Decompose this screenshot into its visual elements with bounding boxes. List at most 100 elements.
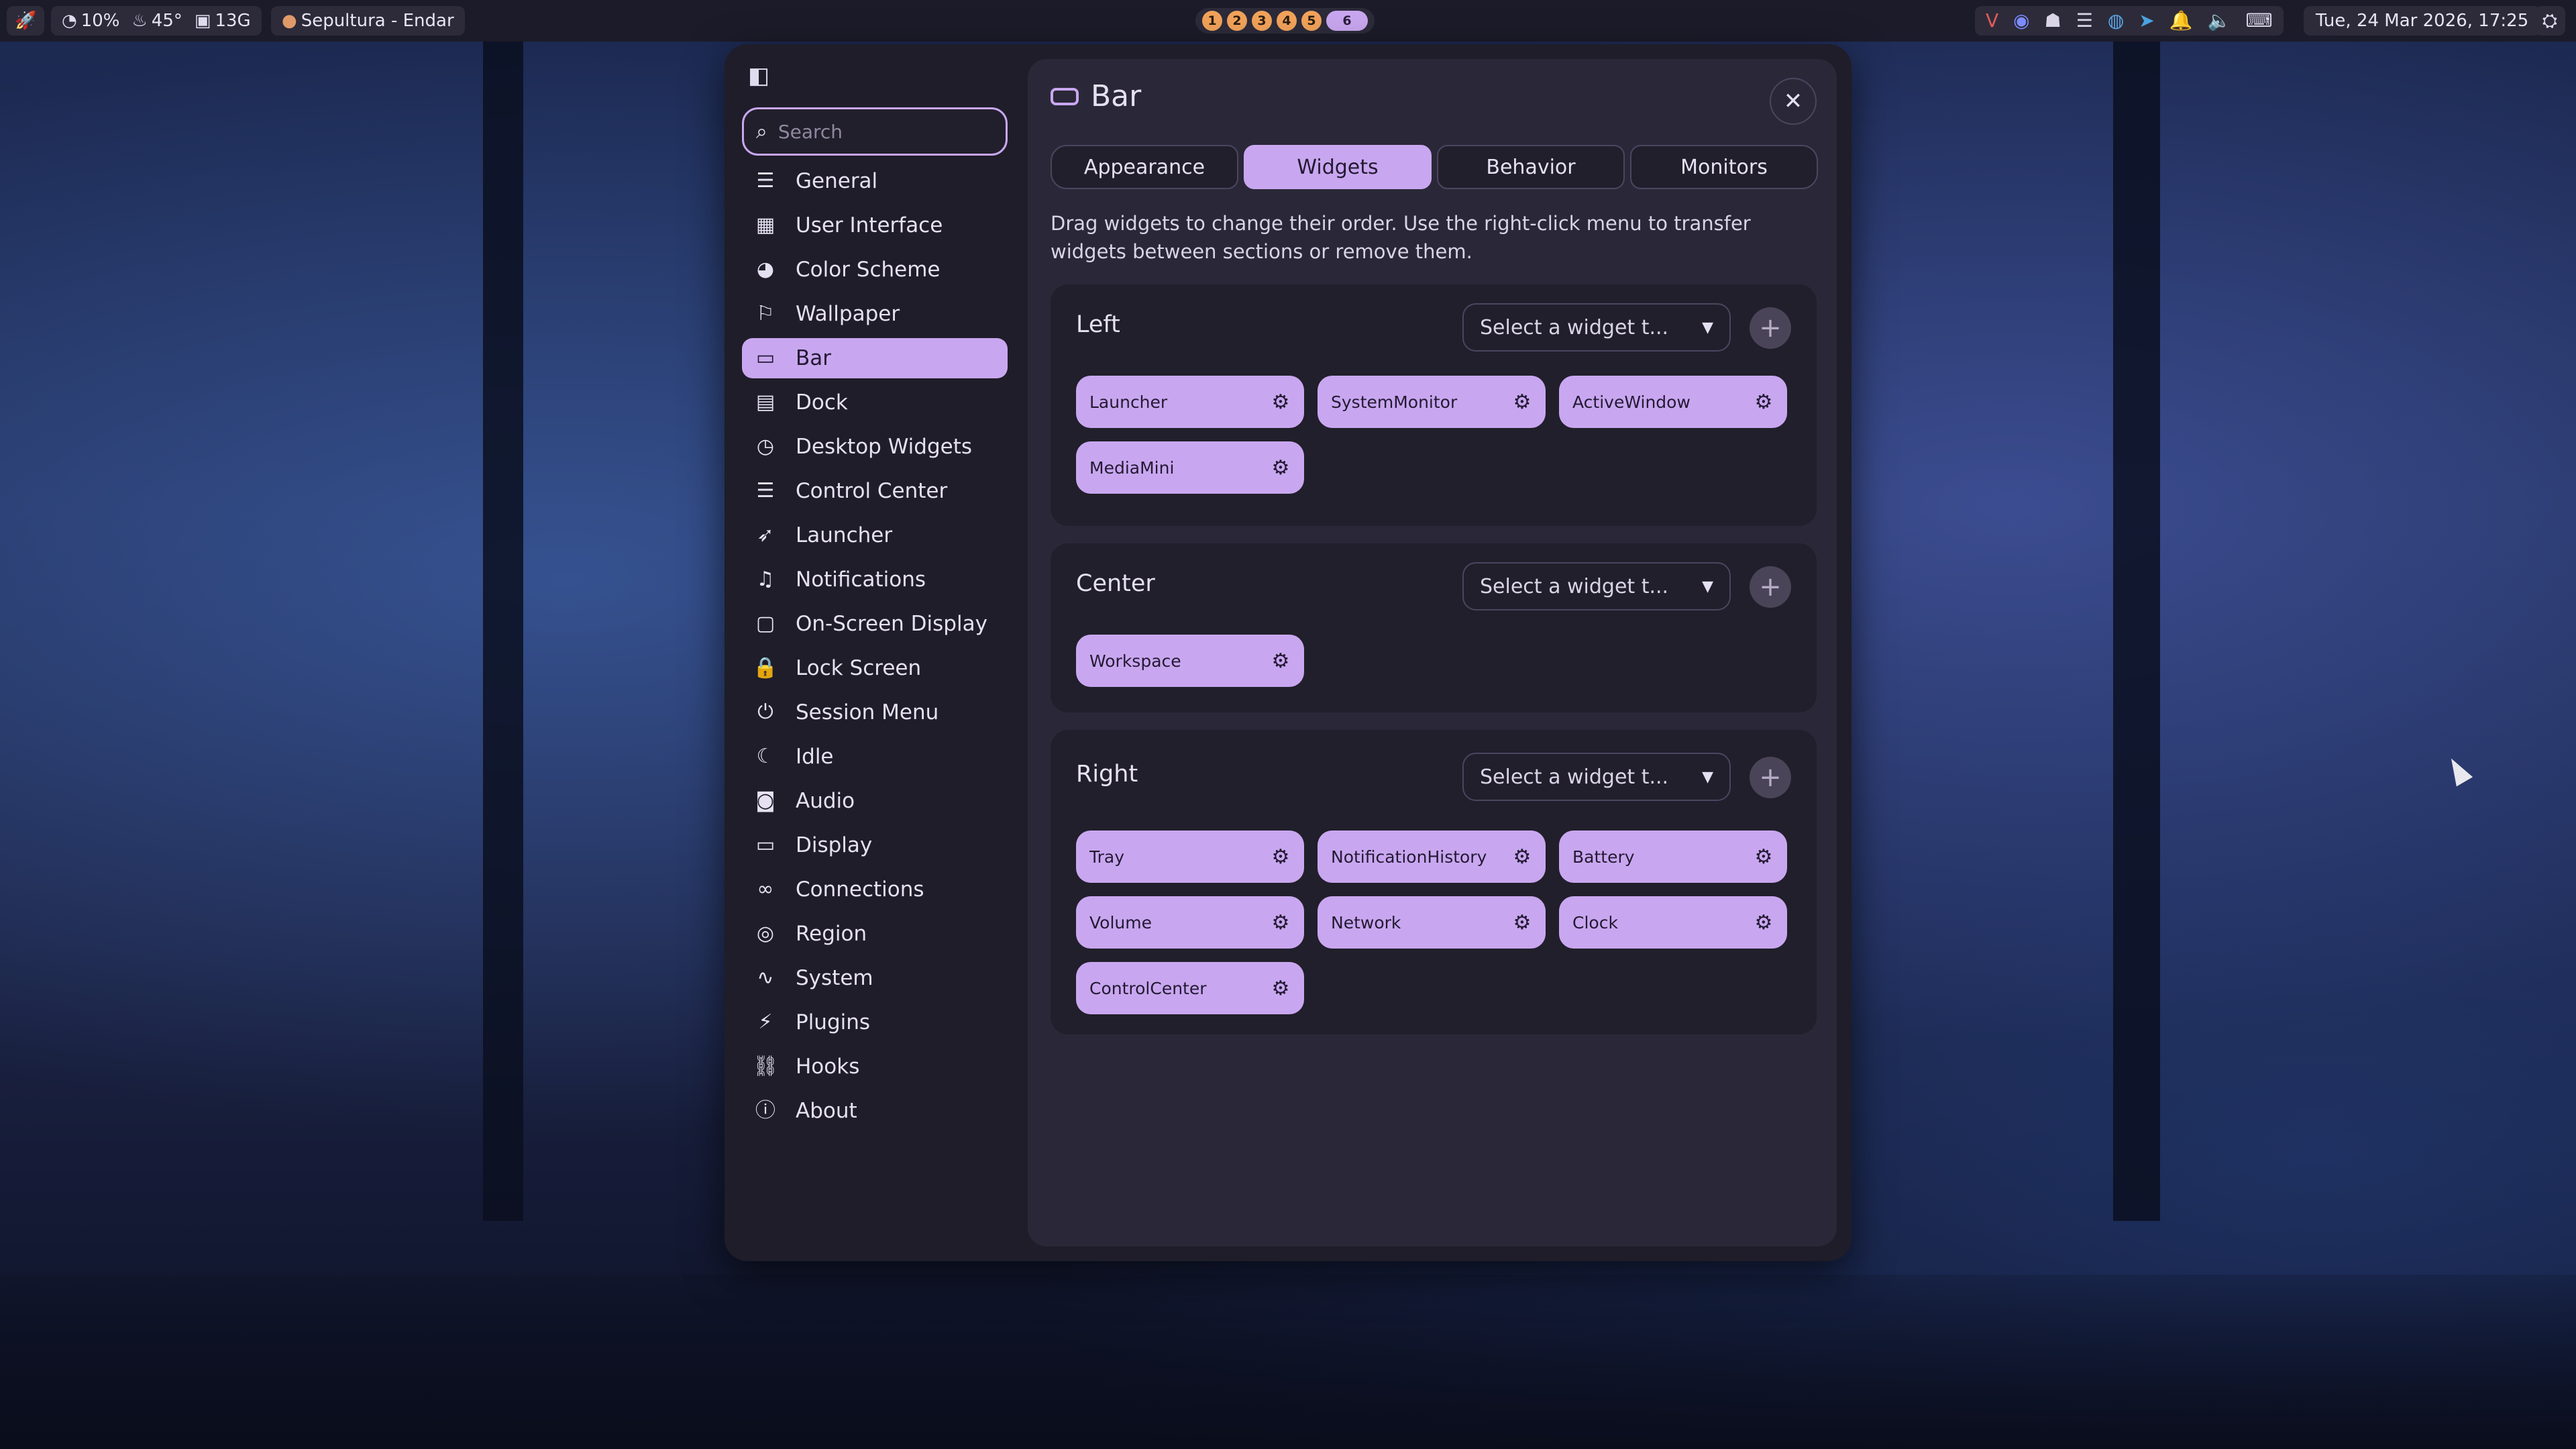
tab-appearance[interactable]: Appearance (1051, 145, 1238, 189)
sidebar-item-notifications[interactable]: ♫ Notifications (742, 559, 1008, 600)
chain-icon: ⛓ (753, 1055, 779, 1078)
tab-monitors[interactable]: Monitors (1630, 145, 1818, 189)
tab-behavior[interactable]: Behavior (1437, 145, 1625, 189)
search-field[interactable]: ⌕ (742, 107, 1008, 156)
sidebar-item-system[interactable]: ∿ System (742, 958, 1008, 998)
sidebar-item-idle[interactable]: ☾ Idle (742, 737, 1008, 777)
sidebar-item-launcher[interactable]: ➶ Launcher (742, 515, 1008, 555)
widget-chip-battery[interactable]: Battery ⚙ (1559, 830, 1787, 883)
sidebar-item-desktop-widgets[interactable]: ◷ Desktop Widgets (742, 427, 1008, 467)
sidebar-item-label: Plugins (796, 1010, 871, 1034)
activity-icon: ∿ (757, 966, 774, 989)
sidebar-item-about[interactable]: ⓘ About (742, 1091, 1008, 1131)
cpu-temp: ♨ 45° (131, 11, 182, 31)
gear-icon[interactable]: ⚙ (1751, 910, 1776, 935)
bell-icon[interactable]: 🔔 (2169, 11, 2193, 30)
sidebar-item-dock[interactable]: ▤ Dock (742, 382, 1008, 423)
monitor-icon: ▭ (755, 833, 775, 857)
control-center-button[interactable]: ⛭ (2534, 6, 2565, 36)
gear-icon[interactable]: ⚙ (1268, 648, 1293, 674)
sidebar-item-connections[interactable]: ∞ Connections (742, 869, 1008, 910)
widget-chip-mediamini[interactable]: MediaMini ⚙ (1076, 441, 1304, 494)
sidebar-item-on-screen-display[interactable]: ▢ On-Screen Display (742, 604, 1008, 644)
widget-chip-activewindow[interactable]: ActiveWindow ⚙ (1559, 376, 1787, 428)
keyboard-icon[interactable]: ⌨ (2245, 11, 2272, 30)
gear-icon[interactable]: ⚙ (1509, 389, 1535, 415)
system-tray: V ◉ ☗ ☰ ◍ ➤ 🔔 🔈 ⌨ (1975, 6, 2284, 36)
sidebar-item-hooks[interactable]: ⛓ Hooks (742, 1046, 1008, 1087)
background-floor (0, 1275, 2576, 1449)
widget-chip-network[interactable]: Network ⚙ (1318, 896, 1546, 949)
sidebar-item-label: Lock Screen (796, 656, 922, 680)
search-input[interactable] (776, 119, 981, 144)
workspace-5[interactable]: 5 (1301, 11, 1322, 31)
media-mini[interactable]: ● Sepultura - Endar (271, 6, 465, 36)
volume-icon[interactable]: 🔈 (2208, 11, 2231, 30)
widget-chip-systemmonitor[interactable]: SystemMonitor ⚙ (1318, 376, 1546, 428)
gear-icon[interactable]: ⚙ (1751, 389, 1776, 415)
vk-icon[interactable]: V (1986, 11, 1998, 30)
gear-icon[interactable]: ⚙ (1268, 455, 1293, 480)
sidebar-item-color-scheme[interactable]: ◕ Color Scheme (742, 250, 1008, 290)
close-icon: ✕ (1783, 88, 1803, 115)
gear-icon[interactable]: ⚙ (1268, 910, 1293, 935)
sidebar-item-plugins[interactable]: ⚡ Plugins (742, 1002, 1008, 1042)
launcher-button[interactable]: 🚀 (7, 6, 45, 36)
widget-select-right[interactable]: Select a widget t... ▼ (1462, 753, 1731, 801)
sidebar-item-display[interactable]: ▭ Display (742, 825, 1008, 865)
sidebar-item-bar[interactable]: ▭ Bar (742, 338, 1008, 378)
steam-icon[interactable]: ◍ (2108, 11, 2124, 30)
telegram-icon[interactable]: ➤ (2139, 11, 2154, 30)
search-icon: ⌕ (756, 119, 767, 144)
add-widget-button-right[interactable]: + (1750, 757, 1791, 798)
bar-icon: ▭ (755, 346, 775, 370)
gear-icon[interactable]: ⚙ (1509, 844, 1535, 869)
gear-icon[interactable]: ⚙ (1268, 975, 1293, 1001)
widget-chip-workspace[interactable]: Workspace ⚙ (1076, 635, 1304, 687)
workspace-2[interactable]: 2 (1227, 11, 1247, 31)
clock[interactable]: Tue, 24 Mar 2026, 17:25 (2304, 6, 2541, 36)
gear-icon[interactable]: ⚙ (1509, 910, 1535, 935)
plus-icon: + (1759, 313, 1782, 343)
sidebar-item-lock-screen[interactable]: 🔒 Lock Screen (742, 648, 1008, 688)
sidebar-toggle-button[interactable]: ◧ (742, 59, 775, 93)
widget-chip-volume[interactable]: Volume ⚙ (1076, 896, 1304, 949)
osd-icon: ▢ (755, 612, 775, 635)
workspace-1[interactable]: 1 (1202, 11, 1222, 31)
add-widget-button-left[interactable]: + (1750, 307, 1791, 349)
widget-label: Network (1331, 912, 1401, 932)
cpu-value: 10% (80, 11, 120, 31)
add-widget-button-center[interactable]: + (1750, 566, 1791, 608)
widget-chip-controlcenter[interactable]: ControlCenter ⚙ (1076, 962, 1304, 1014)
widget-chip-notificationhistory[interactable]: NotificationHistory ⚙ (1318, 830, 1546, 883)
workspace-3[interactable]: 3 (1252, 11, 1272, 31)
widget-chip-tray[interactable]: Tray ⚙ (1076, 830, 1304, 883)
close-button[interactable]: ✕ (1770, 78, 1817, 125)
widget-select-left[interactable]: Select a widget t... ▼ (1462, 303, 1731, 352)
gear-icon[interactable]: ⚙ (1268, 389, 1293, 415)
sidebar-item-session-menu[interactable]: ⏻ Session Menu (742, 692, 1008, 733)
spotify-icon[interactable]: ☰ (2076, 11, 2093, 30)
widget-select-center[interactable]: Select a widget t... ▼ (1462, 562, 1731, 610)
widget-chip-launcher[interactable]: Launcher ⚙ (1076, 376, 1304, 428)
system-monitor[interactable]: ◔ 10% ♨ 45° ▣ 13G (51, 6, 262, 36)
widget-chip-clock[interactable]: Clock ⚙ (1559, 896, 1787, 949)
ghost-icon[interactable]: ☗ (2045, 11, 2061, 30)
sidebar-item-region[interactable]: ◎ Region (742, 914, 1008, 954)
info-icon: ⓘ (755, 1099, 775, 1122)
bar-settings-panel: Bar ✕ Appearance Widgets Behavior Monito… (1028, 59, 1837, 1246)
widget-list-center: Workspace ⚙ (1076, 635, 1787, 687)
workspace-4[interactable]: 4 (1277, 11, 1297, 31)
paint-roller-icon: ⚐ (756, 302, 775, 325)
workspace-6[interactable]: 6 (1326, 11, 1368, 31)
sidebar-item-wallpaper[interactable]: ⚐ Wallpaper (742, 294, 1008, 334)
section-title: Left (1076, 311, 1120, 338)
gear-icon[interactable]: ⚙ (1751, 844, 1776, 869)
sidebar-item-user-interface[interactable]: ▦ User Interface (742, 205, 1008, 246)
gear-icon[interactable]: ⚙ (1268, 844, 1293, 869)
browser-icon[interactable]: ◉ (2013, 11, 2029, 30)
sidebar-item-general[interactable]: ☰ General (742, 161, 1008, 201)
sidebar-item-control-center[interactable]: ☰ Control Center (742, 471, 1008, 511)
tab-widgets[interactable]: Widgets (1244, 145, 1432, 189)
sidebar-item-audio[interactable]: ◙ Audio (742, 781, 1008, 821)
